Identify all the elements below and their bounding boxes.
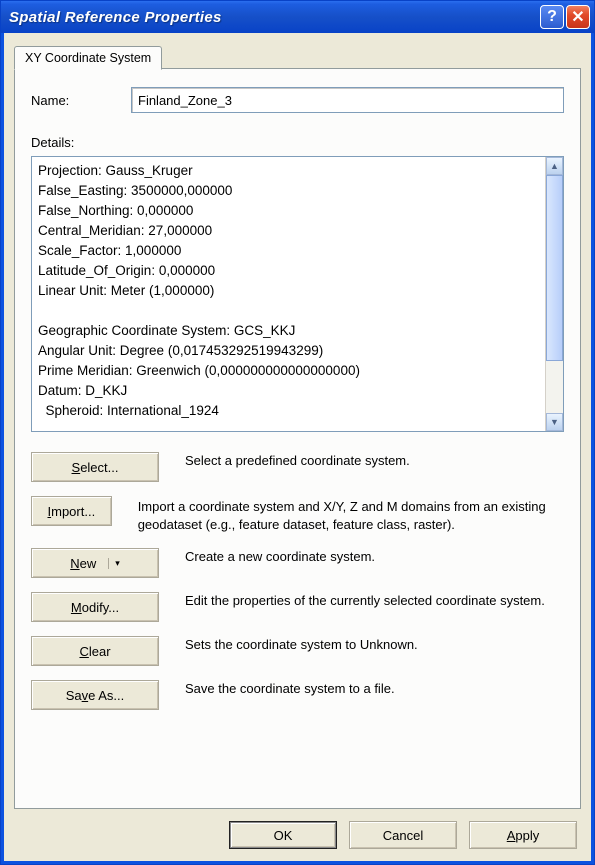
tab-label: XY Coordinate System (25, 51, 151, 65)
saveas-description: Save the coordinate system to a file. (185, 680, 564, 698)
tab-body: Name: Details: Projection: Gauss_Kruger … (14, 68, 581, 809)
scroll-down-arrow-icon[interactable]: ▼ (546, 413, 563, 431)
help-button[interactable]: ? (540, 5, 564, 29)
chevron-down-icon: ▾ (108, 558, 120, 569)
action-buttons-group: Select... Select a predefined coordinate… (31, 452, 564, 710)
ok-button[interactable]: OK (229, 821, 337, 849)
tabs-row: XY Coordinate System (14, 45, 581, 69)
new-button[interactable]: New ▾ (31, 548, 159, 578)
dialog-window: Spatial Reference Properties ? ✕ XY Coor… (0, 0, 595, 865)
apply-button[interactable]: Apply (469, 821, 577, 849)
close-icon: ✕ (571, 7, 584, 27)
details-scrollbar[interactable]: ▲ ▼ (545, 157, 563, 431)
details-box: Projection: Gauss_Kruger False_Easting: … (31, 156, 564, 432)
new-description: Create a new coordinate system. (185, 548, 564, 566)
action-row-new: New ▾ Create a new coordinate system. (31, 548, 564, 578)
titlebar: Spatial Reference Properties ? ✕ (1, 1, 594, 33)
titlebar-buttons: ? ✕ (540, 5, 590, 29)
clear-description: Sets the coordinate system to Unknown. (185, 636, 564, 654)
dialog-footer: OK Cancel Apply (4, 813, 591, 861)
cancel-button[interactable]: Cancel (349, 821, 457, 849)
action-row-select: Select... Select a predefined coordinate… (31, 452, 564, 482)
action-row-saveas: Save As... Save the coordinate system to… (31, 680, 564, 710)
select-button[interactable]: Select... (31, 452, 159, 482)
action-row-clear: Clear Sets the coordinate system to Unkn… (31, 636, 564, 666)
details-text[interactable]: Projection: Gauss_Kruger False_Easting: … (32, 157, 545, 431)
action-row-import: Import... Import a coordinate system and… (31, 496, 564, 534)
modify-description: Edit the properties of the currently sel… (185, 592, 564, 610)
clear-button[interactable]: Clear (31, 636, 159, 666)
modify-button[interactable]: Modify... (31, 592, 159, 622)
name-input[interactable] (131, 87, 564, 113)
scroll-thumb[interactable] (546, 175, 563, 361)
import-button[interactable]: Import... (31, 496, 112, 526)
help-icon: ? (547, 8, 557, 26)
action-row-modify: Modify... Edit the properties of the cur… (31, 592, 564, 622)
tab-panel: XY Coordinate System Name: Details: Proj… (14, 45, 581, 809)
name-label: Name: (31, 93, 131, 108)
scroll-track[interactable] (546, 175, 563, 413)
window-title: Spatial Reference Properties (9, 9, 540, 26)
import-description: Import a coordinate system and X/Y, Z an… (138, 498, 564, 534)
save-as-button[interactable]: Save As... (31, 680, 159, 710)
name-row: Name: (31, 87, 564, 113)
client-area: XY Coordinate System Name: Details: Proj… (1, 33, 594, 864)
select-description: Select a predefined coordinate system. (185, 452, 564, 470)
scroll-up-arrow-icon[interactable]: ▲ (546, 157, 563, 175)
details-label: Details: (31, 135, 564, 150)
close-button[interactable]: ✕ (566, 5, 590, 29)
tab-xy-coordinate-system[interactable]: XY Coordinate System (14, 46, 162, 70)
